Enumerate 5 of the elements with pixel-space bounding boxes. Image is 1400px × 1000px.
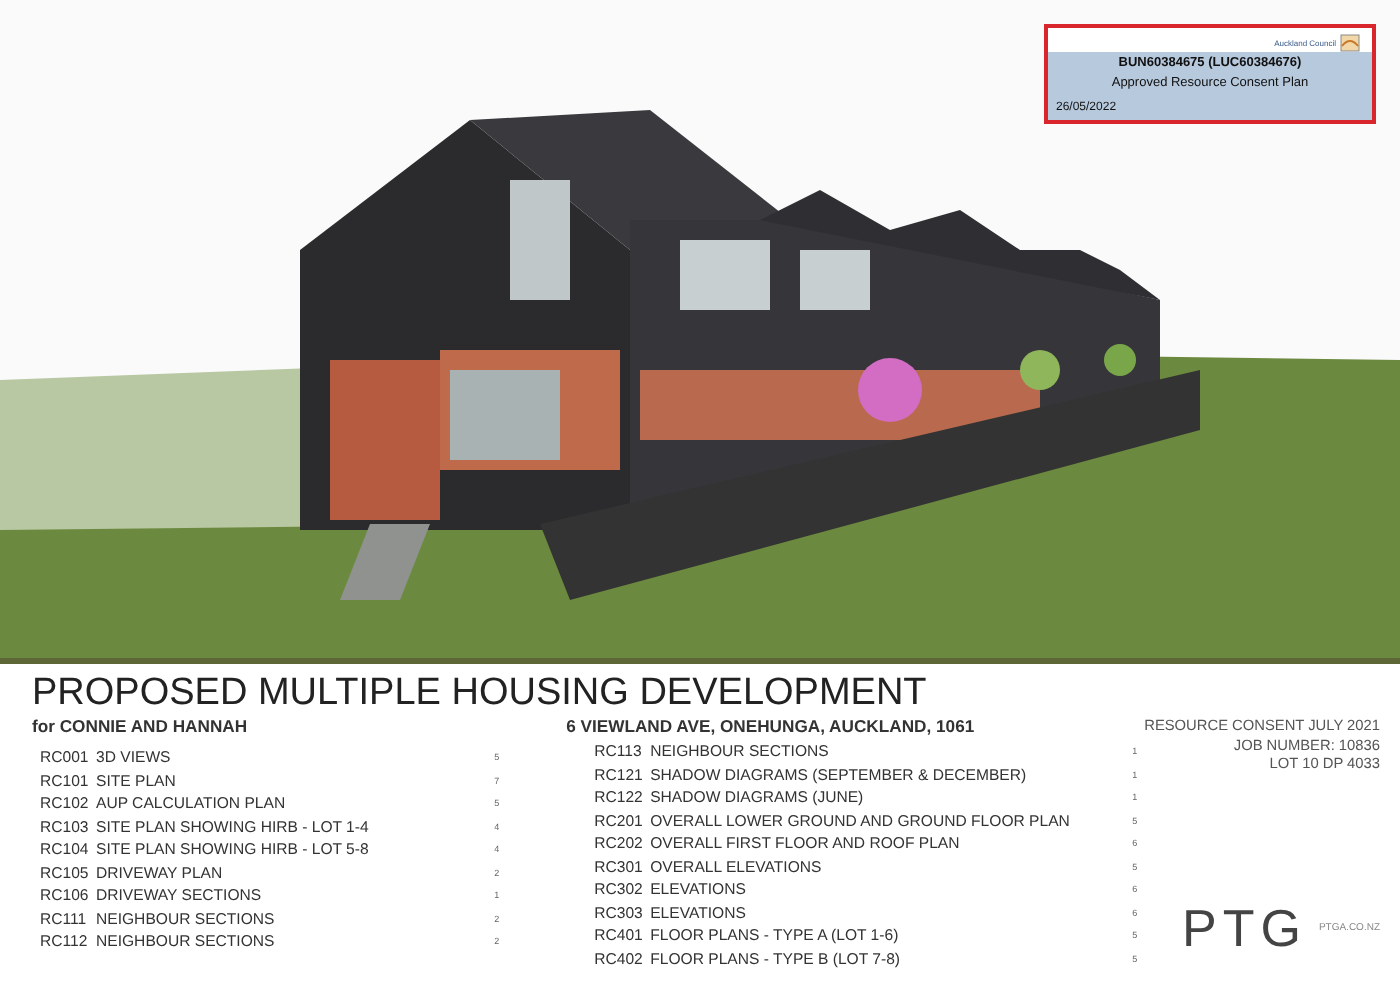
site-address: 6 VIEWLAND AVE, ONEHUNGA, AUCKLAND, 1061 [566,716,977,738]
council-logo-icon [1340,34,1360,52]
firm-logo: PTG [1181,902,1307,954]
client-name: for CONNIE AND HANNAH [32,716,250,738]
project-title: PROPOSED MULTIPLE HOUSING DEVELOPMENT [32,672,929,716]
